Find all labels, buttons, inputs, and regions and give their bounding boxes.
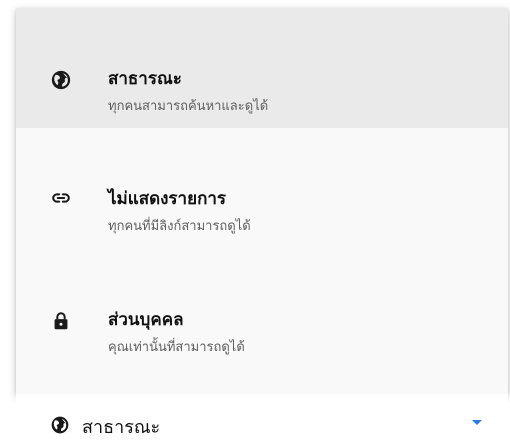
menu-item-private[interactable]: ส่วนบุคคล คุณเท่านั้นที่สามารถดูได้ (16, 248, 508, 368)
menu-item-title: ส่วนบุคคล (108, 310, 184, 330)
link-icon (50, 187, 72, 209)
menu-item-title: สาธารณะ (108, 69, 182, 89)
lock-icon (50, 310, 72, 332)
menu-item-public[interactable]: สาธารณะ ทุกคนสามารถค้นหาและดูได้ (16, 8, 508, 128)
menu-item-unlisted[interactable]: ไม่แสดงรายการ ทุกคนที่มีลิงก์สามารถดูได้ (16, 128, 508, 248)
visibility-select[interactable]: สาธารณะ (16, 394, 508, 446)
select-value: สาธารณะ (82, 417, 161, 438)
globe-icon (50, 69, 72, 91)
dropdown-arrow-icon[interactable] (472, 420, 482, 425)
visibility-menu: สาธารณะ ทุกคนสามารถค้นหาและดูได้ ไม่แสดง… (16, 8, 508, 394)
menu-item-subtitle: คุณเท่านั้นที่สามารถดูได้ (108, 340, 245, 355)
visibility-picker: สาธารณะ ทุกคนสามารถค้นหาและดูได้ ไม่แสดง… (0, 0, 510, 446)
globe-icon (50, 415, 70, 435)
menu-item-subtitle: ทุกคนที่มีลิงก์สามารถดูได้ (108, 219, 251, 234)
menu-item-subtitle: ทุกคนสามารถค้นหาและดูได้ (108, 99, 269, 114)
menu-item-title: ไม่แสดงรายการ (108, 189, 227, 209)
